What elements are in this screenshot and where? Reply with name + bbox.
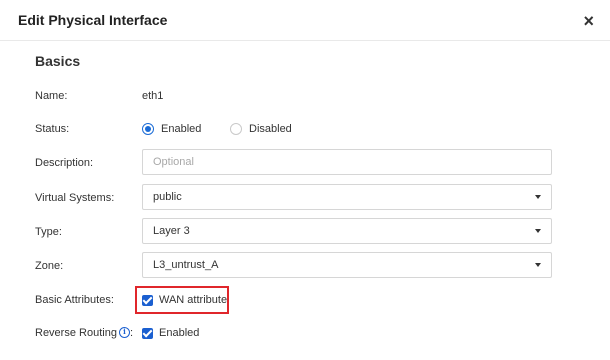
- status-row: Status: Enabled Disabled: [35, 116, 595, 142]
- virtual-systems-label: Virtual Systems:: [35, 192, 115, 204]
- description-row: Description:: [35, 149, 595, 176]
- chevron-down-icon: [535, 263, 541, 267]
- reverse-routing-enabled-label: Enabled: [159, 327, 200, 339]
- reverse-routing-label: Reverse Routing: [35, 327, 117, 339]
- zone-value: L3_untrust_A: [153, 259, 219, 271]
- radio-checked-icon: [142, 123, 154, 135]
- wan-attribute-label: WAN attribute: [159, 294, 228, 306]
- name-row: Name: eth1: [35, 83, 595, 109]
- reverse-routing-row: Reverse Routing i: Enabled: [35, 320, 595, 346]
- name-label: Name:: [35, 90, 68, 102]
- info-icon[interactable]: i: [118, 326, 130, 338]
- dialog-title: Edit Physical Interface: [18, 12, 168, 28]
- description-label: Description:: [35, 157, 94, 169]
- status-enabled-label: Enabled: [161, 123, 202, 135]
- status-enabled-radio[interactable]: Enabled: [142, 116, 201, 142]
- zone-label: Zone:: [35, 260, 64, 272]
- reverse-routing-checkbox[interactable]: Enabled: [142, 320, 199, 346]
- reverse-routing-label-wrap: Reverse Routing i:: [35, 320, 133, 346]
- status-label: Status:: [35, 123, 70, 135]
- checkbox-checked-icon: [142, 327, 153, 339]
- chevron-down-icon: [535, 195, 541, 199]
- type-select[interactable]: Layer 3: [142, 218, 552, 244]
- edit-physical-interface-dialog: Edit Physical Interface × Basics Name: e…: [0, 0, 610, 360]
- name-value: eth1: [142, 90, 164, 102]
- wan-attribute-checkbox[interactable]: WAN attribute: [142, 287, 227, 313]
- title-divider: [0, 40, 610, 41]
- type-value: Layer 3: [153, 225, 190, 237]
- zone-row: Zone: L3_untrust_A: [35, 252, 595, 279]
- reverse-routing-colon: :: [129, 327, 133, 339]
- type-label: Type:: [35, 226, 62, 238]
- status-disabled-radio[interactable]: Disabled: [230, 116, 292, 142]
- virtual-systems-row: Virtual Systems: public: [35, 184, 595, 211]
- radio-unchecked-icon: [230, 123, 242, 135]
- virtual-systems-value: public: [153, 191, 182, 203]
- section-title-basics: Basics: [35, 53, 81, 69]
- checkbox-checked-icon: [142, 294, 153, 306]
- chevron-down-icon: [535, 229, 541, 233]
- status-disabled-label: Disabled: [249, 123, 292, 135]
- basic-attributes-label: Basic Attributes:: [35, 294, 114, 306]
- description-input[interactable]: [142, 149, 552, 175]
- virtual-systems-select[interactable]: public: [142, 184, 552, 210]
- basic-attributes-row: Basic Attributes: WAN attribute: [35, 286, 595, 314]
- zone-select[interactable]: L3_untrust_A: [142, 252, 552, 278]
- type-row: Type: Layer 3: [35, 218, 595, 245]
- close-icon[interactable]: ×: [583, 12, 594, 30]
